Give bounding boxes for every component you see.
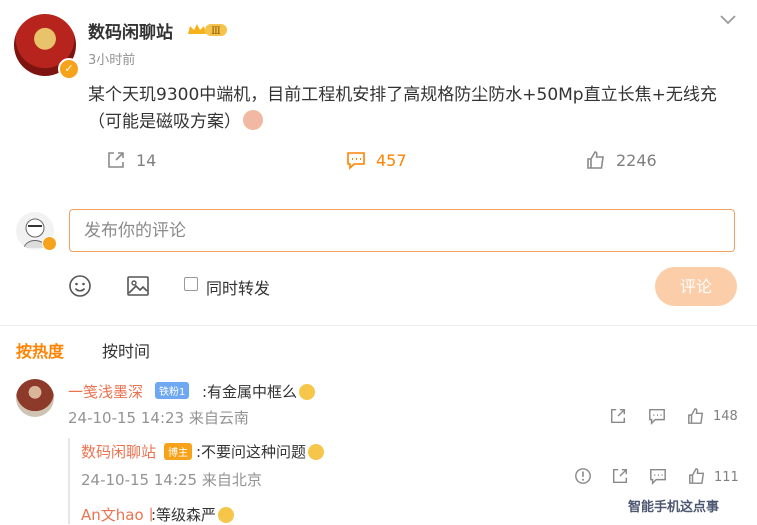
submit-comment-button[interactable]: 评论 [655, 267, 737, 306]
divider [0, 325, 757, 326]
reply-text: :等级森严 [151, 504, 235, 525]
comment-text-body: :有金属中框么 [202, 383, 298, 401]
emoji-icon [308, 444, 325, 460]
emoji-icon[interactable] [68, 274, 92, 298]
comment-button[interactable]: 457 [346, 149, 407, 171]
svg-text:Ⅲ: Ⅲ [211, 26, 221, 37]
author-tag: 博主 [164, 443, 192, 460]
reply-icon[interactable] [648, 407, 666, 425]
emoji-icon [243, 110, 263, 130]
verified-icon: ✓ [58, 58, 80, 80]
like-count: 2246 [616, 150, 657, 170]
reply-meta: 24-10-15 14:25 来自北京 [81, 471, 262, 489]
reply-thread-bar [68, 438, 70, 524]
sort-by-hot-tab[interactable]: 按热度 [16, 338, 64, 362]
reply-like-count: 111 [714, 470, 739, 485]
like-button[interactable]: 2246 [586, 149, 657, 171]
emoji-icon [218, 507, 235, 523]
verified-icon [42, 236, 57, 251]
post-content-text: 某个天玑9300中端机，目前工程机安排了高规格防尘防水+50Mp直立长焦+无线充… [88, 85, 717, 132]
image-icon[interactable] [126, 274, 150, 298]
commenter-name[interactable]: 一笺浅墨深 [68, 381, 143, 402]
thumbs-up-icon[interactable] [687, 407, 705, 425]
sort-by-time-tab[interactable]: 按时间 [102, 338, 150, 362]
reply-text: :不要问这种问题 [196, 441, 325, 462]
repost-checkbox-label[interactable]: 同时转发 [206, 275, 270, 299]
watermark: 智能手机这点事 [628, 500, 720, 515]
thumbs-up-icon [587, 151, 604, 169]
repost-button[interactable]: 14 [106, 149, 156, 171]
reply-text-body: :不要问这种问题 [196, 443, 307, 461]
reply-text-body: :等级森严 [151, 506, 217, 524]
level-badge-icon: Ⅲ [185, 21, 229, 43]
comment-input[interactable] [69, 209, 735, 252]
comment-icon [347, 152, 365, 170]
post-content: 某个天玑9300中端机，目前工程机安排了高规格防尘防水+50Mp直立长焦+无线充… [88, 82, 738, 136]
comment-count: 457 [376, 150, 407, 170]
repost-checkbox[interactable] [184, 277, 198, 291]
comment-text: :有金属中框么 [202, 381, 316, 402]
share-icon[interactable] [609, 407, 627, 425]
reply-icon[interactable] [649, 467, 667, 485]
share-icon[interactable] [611, 467, 629, 485]
share-icon [108, 152, 124, 168]
reply-author-name[interactable]: 数码闲聊站 [81, 441, 156, 462]
commenter-avatar[interactable] [16, 379, 54, 417]
chevron-down-icon[interactable] [718, 12, 738, 26]
thumbs-up-icon[interactable] [688, 467, 706, 485]
repost-count: 14 [136, 150, 157, 170]
reply-author-name[interactable]: An文hao丨 [81, 504, 159, 525]
post-time[interactable]: 3小时前 [88, 49, 135, 68]
comment-meta: 24-10-15 14:23 来自云南 [68, 409, 249, 427]
comment-like-count: 148 [713, 409, 738, 424]
emoji-icon [299, 384, 316, 400]
fan-badge: 铁粉1 [155, 382, 190, 399]
author-name[interactable]: 数码闲聊站 [88, 18, 173, 43]
info-icon[interactable] [574, 467, 592, 485]
